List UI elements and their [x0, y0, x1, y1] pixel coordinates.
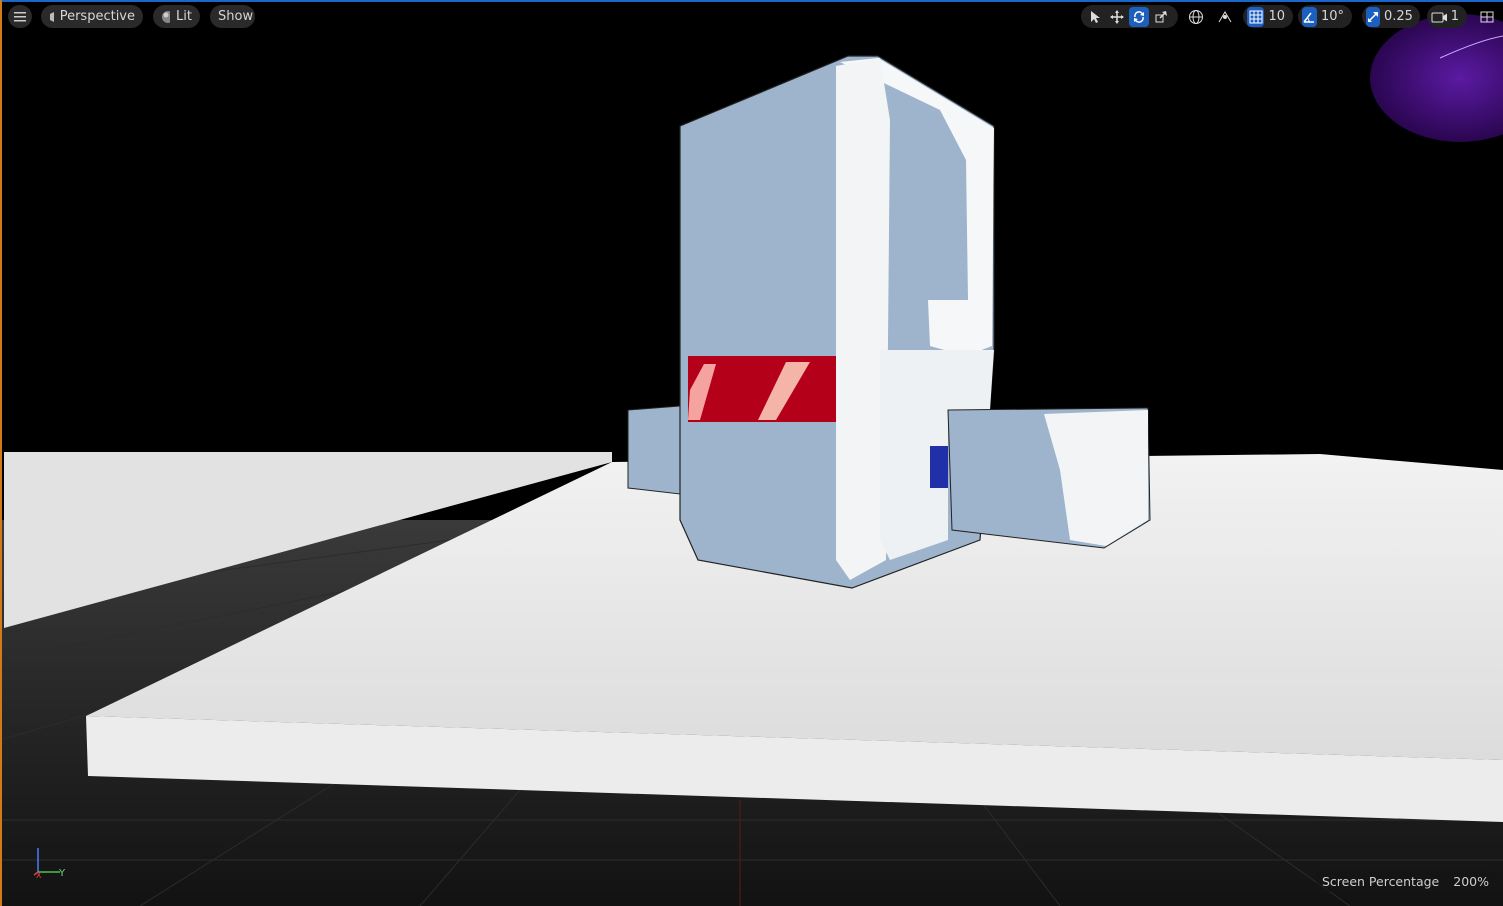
move-arrows-icon [1110, 9, 1124, 24]
lighting-mode-label: Lit [176, 9, 192, 24]
surface-snapping-button[interactable] [1215, 7, 1235, 27]
world-space-toggle[interactable] [1186, 7, 1206, 27]
lit-sphere-icon [162, 10, 171, 23]
scale-snap-value[interactable]: 0.25 [1382, 9, 1417, 24]
select-tool-button[interactable] [1085, 7, 1105, 27]
grid-icon [1249, 10, 1263, 23]
view-mode-button[interactable]: Perspective [41, 5, 143, 28]
cursor-arrow-icon [1091, 10, 1100, 23]
rotation-snap-toggle[interactable] [1302, 6, 1317, 27]
show-flags-button[interactable]: Show [210, 5, 255, 28]
globe-icon [1189, 10, 1203, 24]
screen-percentage-value: 200% [1453, 874, 1489, 889]
scale-snap-toggle[interactable] [1366, 6, 1380, 27]
grid-snap-value[interactable]: 10 [1266, 9, 1289, 24]
viewport-focus-border [0, 0, 1503, 2]
rotate-icon [1134, 10, 1144, 23]
show-flags-label: Show [218, 9, 254, 24]
transform-tools-group [1081, 5, 1178, 28]
level-viewport[interactable]: Perspective Lit Show 10 10° 0.25 1 X Y S… [0, 0, 1503, 906]
camera-speed-value: 1 [1450, 9, 1459, 24]
grid-snap-toggle[interactable] [1247, 6, 1265, 27]
x-axis-label: X [36, 871, 42, 880]
rotation-snap-group: 10° [1298, 5, 1352, 28]
rotate-tool-button[interactable] [1129, 6, 1149, 27]
translate-tool-button[interactable] [1107, 7, 1127, 27]
screen-percentage-label: Screen Percentage [1321, 874, 1440, 889]
view-mode-label: Perspective [59, 9, 135, 24]
viewport-menu-button[interactable] [8, 5, 32, 28]
blue-port [930, 446, 948, 488]
surface-snap-icon [1218, 11, 1232, 23]
scale-snap-icon [1368, 11, 1378, 22]
camera-speed-group[interactable]: 1 [1427, 5, 1467, 28]
screen-percentage-status: Screen Percentage 200% [1315, 871, 1495, 892]
angle-icon [1303, 12, 1315, 23]
layout-icon [1480, 11, 1494, 23]
viewport-layout-button[interactable] [1477, 7, 1497, 27]
purple-sphere [1370, 14, 1503, 142]
camera-icon [1431, 12, 1447, 22]
scale-icon [1155, 10, 1167, 22]
axis-gizmo: X Y [33, 848, 66, 880]
viewport-selection-border [0, 0, 2, 906]
y-axis-label: Y [58, 868, 66, 879]
left-arm [627, 405, 681, 495]
rotation-snap-value[interactable]: 10° [1319, 9, 1348, 24]
viewport-scene[interactable] [0, 0, 1503, 906]
lighting-mode-button[interactable]: Lit [153, 5, 200, 28]
scale-tool-button[interactable] [1151, 7, 1171, 27]
cube-icon [50, 11, 54, 22]
scale-snap-group: 0.25 [1362, 5, 1420, 28]
hamburger-icon [14, 11, 26, 21]
grid-snap-group: 10 [1243, 5, 1293, 28]
